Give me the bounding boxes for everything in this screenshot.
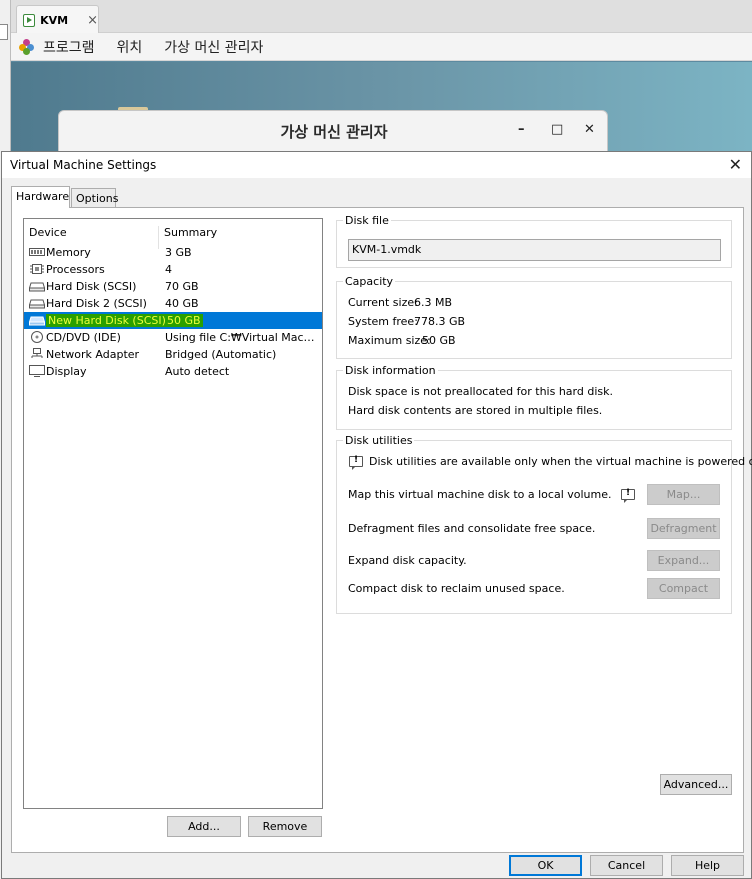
- device-summary: Auto detect: [165, 365, 230, 378]
- disk-info-line-1: Disk space is not preallocated for this …: [348, 385, 613, 398]
- hard-disk-icon: [29, 282, 45, 292]
- top-menu-bar: 프로그램 위치 가상 머신 관리자: [11, 33, 752, 61]
- gnome-logo-icon: [19, 38, 35, 55]
- help-button[interactable]: Help: [671, 855, 744, 876]
- disk-utilities-legend: Disk utilities: [343, 434, 415, 447]
- device-name: CD/DVD (IDE): [46, 331, 121, 344]
- memory-icon: [29, 248, 45, 256]
- menu-programs[interactable]: 프로그램: [43, 37, 95, 57]
- display-icon: [29, 365, 45, 377]
- expand-button[interactable]: Expand...: [647, 550, 720, 571]
- defragment-button[interactable]: Defragment: [647, 518, 720, 539]
- tab-hardware[interactable]: Hardware: [11, 186, 70, 208]
- device-summary: Using file C:₩Virtual Machin…: [165, 331, 315, 344]
- maximize-icon[interactable]: □: [551, 122, 563, 137]
- device-summary: 3 GB: [165, 246, 192, 259]
- hard-disk-icon: [29, 299, 45, 309]
- vm-manager-title: 가상 머신 관리자: [280, 123, 388, 141]
- info-icon: [621, 488, 635, 503]
- hard-disk-icon: [29, 316, 45, 326]
- add-device-button[interactable]: Add...: [167, 816, 241, 837]
- capacity-legend: Capacity: [343, 275, 396, 288]
- device-row-hard-disk-2[interactable]: Hard Disk 2 (SCSI) 40 GB: [24, 295, 322, 312]
- remove-device-button[interactable]: Remove: [248, 816, 322, 837]
- hardware-panel: Device Summary Memory 3 GB Processors 4 …: [11, 207, 752, 853]
- disk-utilities-notice: Disk utilities are available only when t…: [369, 455, 752, 468]
- maximum-size-value: 50 GB: [422, 334, 456, 347]
- window-close-icon[interactable]: ✕: [584, 122, 595, 137]
- device-row-memory[interactable]: Memory 3 GB: [24, 244, 322, 261]
- device-row-cd-dvd[interactable]: CD/DVD (IDE) Using file C:₩Virtual Machi…: [24, 329, 322, 346]
- device-row-new-hard-disk[interactable]: New Hard Disk (SCSI) 50 GB: [24, 312, 322, 329]
- info-icon: [349, 455, 363, 470]
- disk-file-legend: Disk file: [343, 214, 391, 227]
- current-size-label: Current size:: [348, 296, 418, 309]
- cd-dvd-icon: [31, 331, 43, 343]
- device-name: Network Adapter: [46, 348, 140, 361]
- device-name: New Hard Disk (SCSI): [46, 314, 168, 327]
- browser-tab-bar: KVM ×: [11, 0, 752, 34]
- device-name: Memory: [46, 246, 91, 259]
- advanced-button[interactable]: Advanced...: [660, 774, 732, 795]
- dialog-titlebar: Virtual Machine Settings ✕: [2, 152, 751, 178]
- device-name: Hard Disk (SCSI): [46, 280, 137, 293]
- device-list[interactable]: Device Summary Memory 3 GB Processors 4 …: [23, 218, 323, 809]
- device-row-processors[interactable]: Processors 4: [24, 261, 322, 278]
- compact-description: Compact disk to reclaim unused space.: [348, 582, 565, 595]
- device-row-display[interactable]: Display Auto detect: [24, 363, 322, 380]
- device-name: Hard Disk 2 (SCSI): [46, 297, 147, 310]
- capacity-group: Capacity Current size: 6.3 MB System fre…: [336, 275, 732, 359]
- disk-information-legend: Disk information: [343, 364, 438, 377]
- tab-close-icon[interactable]: ×: [87, 13, 98, 28]
- expand-description: Expand disk capacity.: [348, 554, 467, 567]
- defragment-description: Defragment files and consolidate free sp…: [348, 522, 596, 535]
- device-list-header: Device Summary: [24, 219, 322, 249]
- compact-button[interactable]: Compact: [647, 578, 720, 599]
- system-free-value: 778.3 GB: [414, 315, 466, 328]
- device-summary: 4: [165, 263, 172, 276]
- processor-icon: [30, 264, 44, 274]
- ok-button[interactable]: OK: [509, 855, 582, 876]
- device-name: Display: [46, 365, 87, 378]
- cancel-button[interactable]: Cancel: [590, 855, 663, 876]
- disk-utilities-group: Disk utilities Disk utilities are availa…: [336, 434, 752, 614]
- system-free-label: System free:: [348, 315, 418, 328]
- dialog-title: Virtual Machine Settings: [10, 158, 157, 172]
- device-summary: Bridged (Automatic): [165, 348, 277, 361]
- tab-title: KVM: [40, 13, 69, 27]
- device-summary: 50 GB: [165, 314, 315, 327]
- vm-console-icon: [23, 13, 36, 27]
- column-summary[interactable]: Summary: [164, 226, 217, 239]
- tab-kvm[interactable]: KVM ×: [16, 5, 99, 34]
- map-description: Map this virtual machine disk to a local…: [348, 488, 612, 501]
- maximum-size-label: Maximum size:: [348, 334, 431, 347]
- disk-file-group: Disk file KVM-1.vmdk: [336, 214, 732, 268]
- device-summary: 70 GB: [165, 280, 199, 293]
- dialog-close-icon[interactable]: ✕: [729, 155, 742, 174]
- minimize-icon[interactable]: –: [518, 122, 525, 137]
- vm-settings-dialog: Virtual Machine Settings ✕ Hardware Opti…: [1, 151, 752, 879]
- highlighted-summary: 50 GB: [165, 314, 203, 327]
- disk-info-line-2: Hard disk contents are stored in multipl…: [348, 404, 603, 417]
- current-size-value: 6.3 MB: [414, 296, 453, 309]
- column-device[interactable]: Device: [29, 226, 67, 239]
- tab-options[interactable]: Options: [71, 188, 118, 208]
- network-icon: [31, 348, 43, 358]
- menu-places[interactable]: 위치: [117, 37, 143, 57]
- disk-information-group: Disk information Disk space is not preal…: [336, 364, 732, 430]
- menu-vm-manager[interactable]: 가상 머신 관리자: [164, 37, 263, 57]
- device-row-hard-disk[interactable]: Hard Disk (SCSI) 70 GB: [24, 278, 322, 295]
- disk-file-field[interactable]: KVM-1.vmdk: [348, 239, 721, 261]
- device-summary: 40 GB: [165, 297, 199, 310]
- device-name: Processors: [46, 263, 105, 276]
- map-button[interactable]: Map...: [647, 484, 720, 505]
- device-row-network-adapter[interactable]: Network Adapter Bridged (Automatic): [24, 346, 322, 363]
